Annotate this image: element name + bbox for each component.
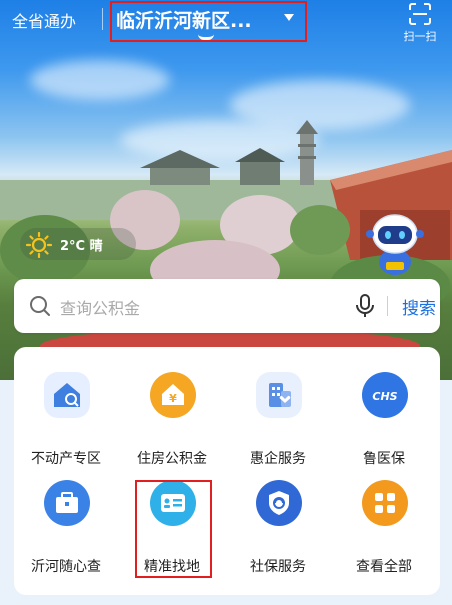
service-label: 鲁医保 [363, 451, 405, 467]
service-label: 沂河随心查 [31, 559, 101, 575]
province-service-link[interactable]: 全省通办 [12, 8, 76, 32]
service-medical-insurance[interactable]: CHS 鲁医保 [332, 360, 436, 467]
land-search-highlight [135, 480, 212, 578]
caret-down-icon[interactable] [284, 14, 294, 21]
mascot-robot-icon[interactable] [366, 210, 424, 276]
service-yihe-query[interactable]: 沂河随心查 [14, 468, 118, 575]
weather-condition: 晴 [89, 239, 103, 254]
scan-icon [409, 3, 431, 25]
grid-icon [362, 480, 408, 526]
toolbox-icon [44, 480, 90, 526]
microphone-icon[interactable] [354, 293, 376, 319]
service-enterprise[interactable]: 惠企服务 [226, 360, 330, 467]
weather-temperature: 2°C [60, 239, 86, 254]
city-selector[interactable]: 临沂沂河新区... [116, 6, 252, 33]
service-real-estate[interactable]: 不动产专区 [14, 360, 118, 467]
weather-widget[interactable]: 2°C 晴 [20, 228, 136, 260]
scan-button[interactable]: 扫一扫 [400, 2, 440, 46]
building-heart-icon [256, 372, 302, 418]
search-icon [30, 296, 50, 316]
service-label: 不动产专区 [31, 451, 101, 467]
search-button[interactable]: 搜索 [402, 294, 436, 319]
service-label: 社保服务 [250, 559, 306, 575]
house-yen-icon: ¥ [150, 372, 196, 418]
social-security-icon [256, 480, 302, 526]
service-label: 惠企服务 [250, 451, 306, 467]
divider [102, 8, 103, 30]
service-view-all[interactable]: 查看全部 [332, 468, 436, 575]
svg-text:CHS: CHS [372, 390, 397, 403]
service-label: 查看全部 [356, 559, 412, 575]
house-search-icon [44, 372, 90, 418]
top-bar: 全省通办 临沂沂河新区... 扫一扫 [0, 0, 452, 48]
chs-shield-icon: CHS [362, 372, 408, 418]
sun-icon [26, 232, 52, 258]
service-label: 住房公积金 [137, 451, 207, 467]
svg-text:¥: ¥ [169, 392, 177, 405]
scan-label: 扫一扫 [403, 30, 437, 43]
service-housing-fund[interactable]: ¥ 住房公积金 [120, 360, 224, 467]
search-bar: 查询公积金 搜索 [14, 279, 440, 333]
search-divider [387, 296, 388, 316]
search-input[interactable]: 查询公积金 [60, 295, 140, 319]
service-social-security[interactable]: 社保服务 [226, 468, 330, 575]
